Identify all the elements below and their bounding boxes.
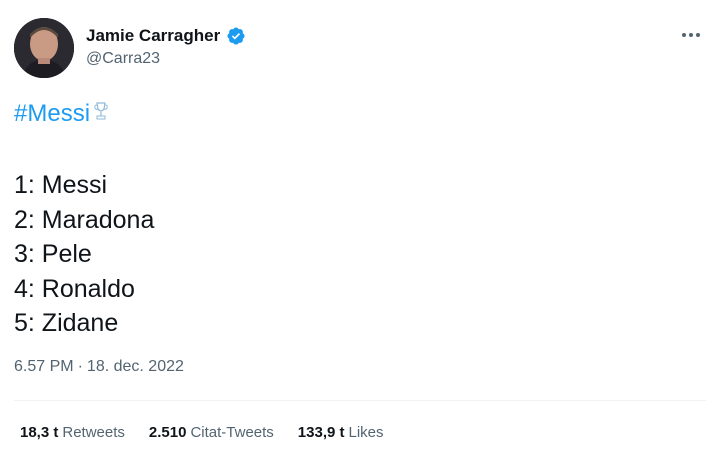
retweets-stat[interactable]: 18,3 t Retweets: [20, 424, 125, 441]
author-handle[interactable]: @Carra23: [86, 50, 160, 68]
ranking-list: 1: Messi 2: Maradona 3: Pele 4: Ronaldo …: [14, 168, 154, 341]
hashtag-text: #Messi: [14, 100, 91, 127]
avatar[interactable]: [14, 18, 74, 78]
timestamp-separator: ·: [77, 358, 83, 375]
verified-badge-icon: [226, 26, 246, 46]
likes-label: Likes: [348, 424, 384, 441]
tweet-timestamp[interactable]: 6.57 PM · 18. dec. 2022: [14, 358, 184, 376]
ranking-item-3: 3: Pele: [14, 240, 92, 268]
quote-tweets-label: Citat-Tweets: [190, 424, 274, 441]
ranking-item-1: 1: Messi: [14, 171, 108, 199]
quote-tweets-count: 2.510: [148, 424, 187, 441]
more-horizontal-icon[interactable]: [678, 22, 704, 48]
author-name-row: Jamie Carragher: [86, 24, 246, 48]
retweets-count: 18,3 t: [20, 424, 59, 441]
ranking-item-4: 4: Ronaldo: [14, 274, 135, 303]
likes-stat[interactable]: 133,9 t Likes: [298, 424, 384, 441]
engagement-stats: 18,3 t Retweets 2.510 Citat-Tweets 133,9 t…: [20, 424, 384, 441]
ranking-item-2: 2: Maradona: [14, 205, 155, 234]
likes-count: 133,9 t: [297, 424, 345, 441]
tweet-time: 6.57 PM: [14, 358, 74, 375]
quote-tweets-stat[interactable]: 2.510 Citat-Tweets: [149, 424, 274, 441]
tweet-card: Jamie Carragher @Carra23 #Messi 1: Messi…: [0, 0, 720, 450]
retweets-label: Retweets: [62, 424, 125, 441]
tweet-date: 18. dec. 2022: [86, 358, 184, 375]
world-cup-trophy-icon: [92, 100, 110, 128]
hashtag-link[interactable]: #Messi: [14, 100, 110, 128]
ranking-item-5: 5: Zidane: [14, 309, 119, 337]
display-name[interactable]: Jamie Carragher: [86, 26, 220, 46]
stats-divider: [14, 400, 706, 401]
avatar-image: [14, 18, 74, 78]
